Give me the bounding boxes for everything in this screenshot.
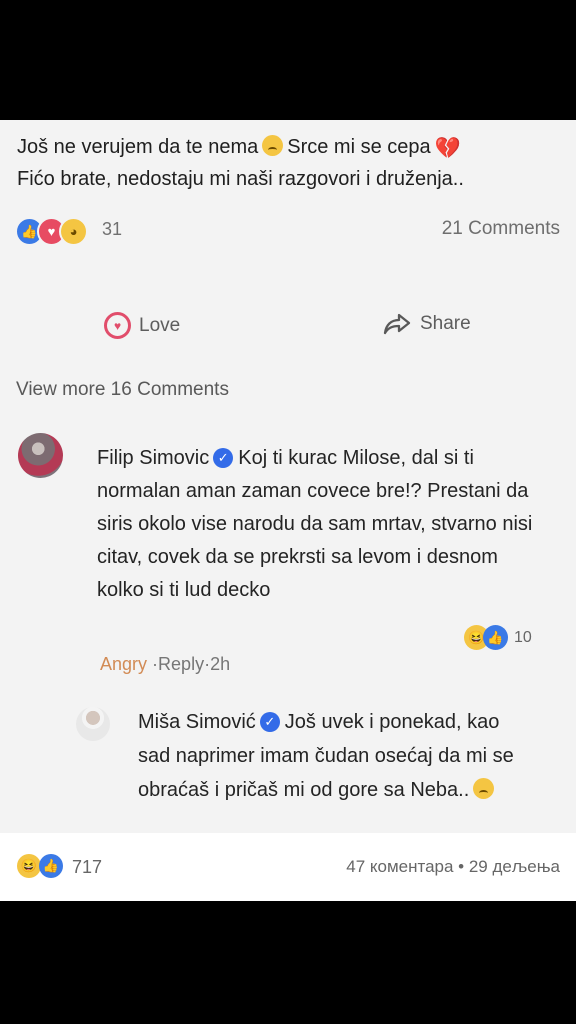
post-actions: ♥ Love Share [0, 312, 576, 342]
like-icon: 👍 [39, 854, 63, 878]
post-line-1-before: Još ne verujem da te nema [17, 136, 259, 158]
post-reaction-summary[interactable]: 👍 ♥ ◕ 31 21 Comments [15, 215, 560, 246]
sad-face-icon [262, 135, 284, 156]
angry-reaction-link[interactable]: Angry [100, 654, 147, 674]
haha-icon: 😆 [17, 854, 41, 878]
comment-meta: Angry ·Reply·2h [100, 654, 230, 675]
comment-time: 2h [210, 654, 231, 674]
post-text: Još ne verujem da te nema Srce mi se cepa… [17, 132, 557, 195]
reply-author[interactable]: Miša Simović [138, 711, 256, 733]
love-button[interactable]: ♥ Love [104, 312, 180, 339]
facebook-post-screenshot: Još ne verujem da te nema Srce mi se cepa… [0, 120, 576, 833]
reaction-count[interactable]: 31 [102, 219, 122, 240]
post-footer-bar: 😆 👍 717 47 коментара • 29 дељења [0, 833, 576, 901]
footer-comment-share-stats[interactable]: 47 коментара • 29 дељења [346, 857, 560, 877]
share-button[interactable]: Share [383, 312, 471, 336]
post-line-1-after: Srce mi se cepa [287, 136, 431, 158]
comments-count[interactable]: 21 Comments [442, 218, 560, 240]
love-label: Love [139, 314, 181, 336]
reply-link[interactable]: Reply [158, 654, 204, 674]
love-outline-icon: ♥ [104, 312, 131, 339]
avatar[interactable] [76, 707, 110, 741]
footer-reaction-count[interactable]: 717 [72, 857, 102, 878]
comment-reactions[interactable]: 😆 👍 10 [464, 623, 550, 651]
sad-icon: ◕ [59, 217, 88, 246]
view-more-comments[interactable]: View more 16 Comments [16, 379, 229, 401]
reply-body: Miša Simović ✓ Još uvek i ponekad, kao sad… [138, 705, 528, 807]
verified-badge-icon: ✓ [259, 712, 280, 732]
comment-reaction-count: 10 [514, 629, 532, 646]
like-icon: 👍 [483, 625, 508, 650]
broken-heart-icon: 💔 [434, 137, 461, 160]
post-line-2: Fićo brate, nedostaju mi naši razgovori … [17, 168, 464, 190]
comment-author[interactable]: Filip Simovic [97, 447, 209, 469]
comment-body: Filip Simovic ✓ Koj ti kurac Milose, dal s… [97, 442, 537, 607]
verified-badge-icon: ✓ [213, 448, 234, 468]
footer-reaction-icons: 😆 👍 [17, 854, 67, 882]
avatar[interactable] [18, 433, 63, 478]
comment-text: Koj ti kurac Milose, dal si ti normalan … [97, 447, 533, 601]
sad-face-icon [473, 778, 495, 799]
reaction-icons: 👍 ♥ ◕ [15, 215, 93, 246]
share-icon [383, 313, 411, 335]
share-label: Share [420, 313, 471, 334]
